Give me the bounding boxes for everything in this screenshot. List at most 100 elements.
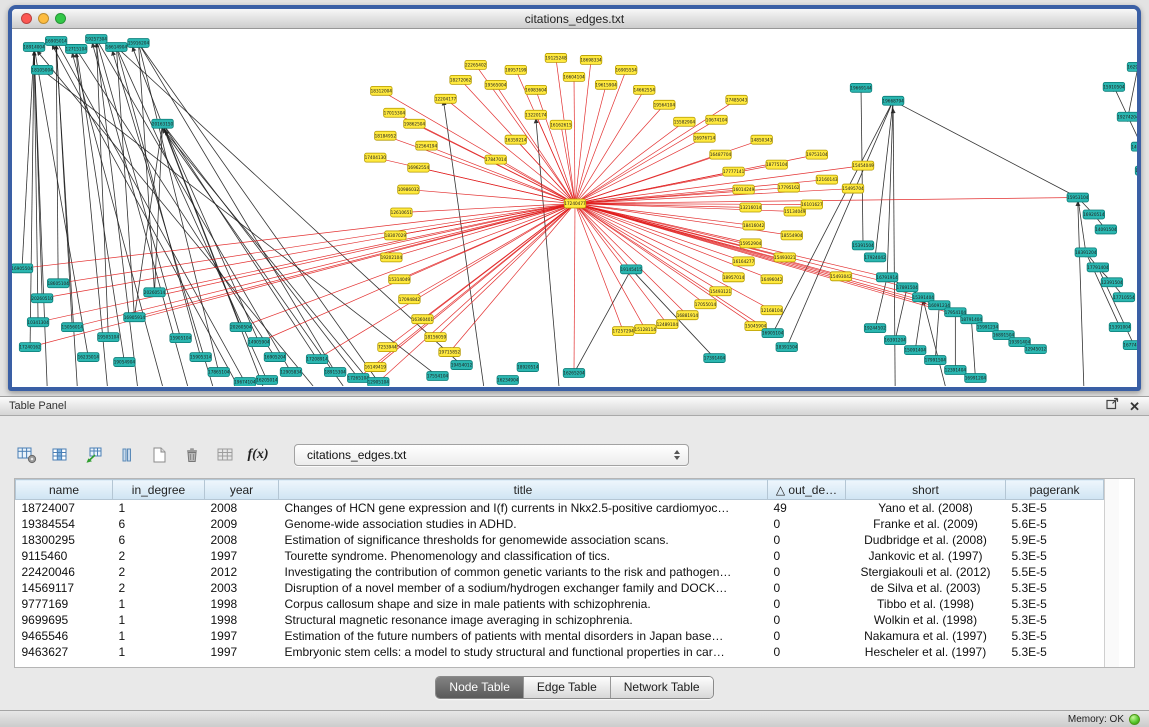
table-row[interactable]: 1872400712008Changes of HCN gene express… xyxy=(16,500,1104,517)
graph-node[interactable]: 18312004 xyxy=(371,86,393,95)
graph-node[interactable]: 15056014 xyxy=(61,323,83,332)
graph-edge[interactable] xyxy=(444,101,484,386)
table-row[interactable]: 1456911722003Disruption of a novel membe… xyxy=(16,580,1104,596)
graph-node[interactable]: 16991204 xyxy=(965,374,987,383)
network-canvas-svg[interactable]: 1831200417015304181849521740413019862504… xyxy=(12,29,1137,386)
graph-node[interactable]: 15495704 xyxy=(842,184,864,193)
function-builder-icon[interactable]: f(x) xyxy=(245,443,271,467)
column-header-name[interactable]: name xyxy=(16,480,113,500)
minimize-window-button[interactable] xyxy=(38,13,49,24)
graph-node[interactable]: 14914904 xyxy=(1131,142,1137,151)
graph-edge[interactable] xyxy=(971,319,975,378)
graph-node[interactable]: 16162615 xyxy=(550,120,572,129)
network-window-titlebar[interactable]: citations_edges.txt xyxy=(12,9,1137,29)
graph-edge[interactable] xyxy=(34,47,38,322)
graph-node[interactable]: 22265402 xyxy=(465,60,487,69)
graph-edge[interactable] xyxy=(1078,202,1084,386)
graph-node[interactable]: 20260514 xyxy=(144,288,166,297)
graph-node[interactable]: 16905104 xyxy=(762,329,784,338)
graph-node[interactable]: 19564104 xyxy=(654,100,676,109)
graph-node[interactable]: 20260504 xyxy=(230,323,252,332)
graph-node[interactable]: 18391504 xyxy=(776,343,798,352)
graph-node[interactable]: 15091404 xyxy=(904,346,926,355)
graph-node[interactable]: 19125248 xyxy=(545,53,567,62)
graph-node[interactable]: 16360401 xyxy=(412,315,434,324)
table-row[interactable]: 2242004622012Investigating the contribut… xyxy=(16,564,1104,580)
graph-node[interactable]: 15953104 xyxy=(1067,193,1089,202)
graph-edge[interactable] xyxy=(893,101,1078,198)
graph-node[interactable]: 12715104 xyxy=(65,44,87,53)
graph-node[interactable]: 16614904 xyxy=(106,42,128,51)
graph-node[interactable]: 18391204 xyxy=(1075,248,1097,257)
graph-node[interactable]: 12905104 xyxy=(368,378,390,386)
graph-node[interactable]: 17791404 xyxy=(1087,263,1109,272)
graph-node[interactable]: 18914004 xyxy=(23,42,45,51)
graph-node[interactable]: 15905314 xyxy=(190,353,212,362)
graph-node[interactable]: 17094842 xyxy=(399,295,421,304)
graph-node[interactable]: 14091504 xyxy=(1095,225,1117,234)
graph-edge[interactable] xyxy=(915,297,923,350)
graph-edge[interactable] xyxy=(923,300,945,386)
graph-edge[interactable] xyxy=(96,39,108,337)
column-visibility-icon[interactable] xyxy=(113,443,139,467)
graph-node[interactable]: 14662554 xyxy=(634,85,656,94)
graph-node[interactable]: 16905504 xyxy=(12,264,33,273)
graph-node[interactable]: 10341304 xyxy=(27,318,49,327)
table-row[interactable]: 977716911998Corpus callosum shape and si… xyxy=(16,596,1104,612)
graph-edge[interactable] xyxy=(575,204,721,292)
column-header-pagerank[interactable]: pagerank xyxy=(1006,480,1104,500)
delete-table-icon[interactable] xyxy=(212,443,238,467)
graph-node[interactable]: 12168104 xyxy=(761,306,783,315)
delete-trash-icon[interactable] xyxy=(179,443,205,467)
graph-edge[interactable] xyxy=(574,269,631,373)
column-header-out_degree[interactable]: △ out_de… xyxy=(768,480,846,500)
graph-node[interactable]: 15910504 xyxy=(1103,82,1125,91)
select-columns-icon[interactable] xyxy=(47,443,73,467)
graph-edge[interactable] xyxy=(575,120,717,204)
graph-edge[interactable] xyxy=(408,190,575,204)
graph-node[interactable]: 17404130 xyxy=(365,153,387,162)
graph-node[interactable]: 16101627 xyxy=(801,200,823,209)
graph-node[interactable]: 17865104 xyxy=(208,368,230,377)
close-window-button[interactable] xyxy=(21,13,32,24)
graph-edge[interactable] xyxy=(436,204,575,338)
table-vertical-scrollbar[interactable] xyxy=(1104,479,1119,667)
graph-node[interactable]: 16265204 xyxy=(563,369,585,378)
graph-node[interactable]: 16149419 xyxy=(365,363,387,372)
column-header-short[interactable]: short xyxy=(846,480,1006,500)
graph-edge[interactable] xyxy=(631,269,714,358)
graph-node[interactable]: 18184952 xyxy=(375,131,397,140)
close-panel-icon[interactable]: ✕ xyxy=(1129,400,1140,413)
graph-node[interactable]: 20163150 xyxy=(152,119,174,128)
graph-node[interactable]: 16604104 xyxy=(563,72,585,81)
graph-node[interactable]: 15391504 xyxy=(852,241,874,250)
graph-edge[interactable] xyxy=(773,101,893,333)
graph-node[interactable]: 18416042 xyxy=(743,221,765,230)
graph-node[interactable]: 10986032 xyxy=(398,185,420,194)
tab-edge-table[interactable]: Edge Table xyxy=(523,677,610,698)
graph-node[interactable]: 15391004 xyxy=(1109,323,1131,332)
graph-node[interactable]: 16391204 xyxy=(884,336,906,345)
column-header-year[interactable]: year xyxy=(205,480,279,500)
graph-node[interactable]: 15905104 xyxy=(170,334,192,343)
graph-node[interactable]: 19715852 xyxy=(439,348,461,357)
graph-node[interactable]: 16487704 xyxy=(710,150,732,159)
graph-node[interactable]: 19454012 xyxy=(451,361,473,370)
graph-edge[interactable] xyxy=(561,125,575,204)
graph-edge[interactable] xyxy=(575,204,756,327)
graph-edge[interactable] xyxy=(387,204,575,348)
new-file-icon[interactable] xyxy=(146,443,172,467)
graph-edge[interactable] xyxy=(575,204,744,262)
graph-node[interactable]: 17924042 xyxy=(864,253,886,262)
graph-edge[interactable] xyxy=(112,51,212,386)
graph-node[interactable]: 17208914 xyxy=(306,355,328,364)
graph-edge[interactable] xyxy=(378,204,575,383)
column-header-title[interactable]: title xyxy=(279,480,768,500)
graph-node[interactable]: 16164277 xyxy=(733,257,755,266)
graph-node[interactable]: 19753104 xyxy=(806,150,828,159)
table-row[interactable]: 911546021997Tourette syndrome. Phenomeno… xyxy=(16,548,1104,564)
graph-node[interactable]: 17055014 xyxy=(695,300,717,309)
graph-node[interactable]: 18605104 xyxy=(47,279,69,288)
graph-node[interactable]: 17777141 xyxy=(723,167,745,176)
graph-edge[interactable] xyxy=(574,204,575,374)
